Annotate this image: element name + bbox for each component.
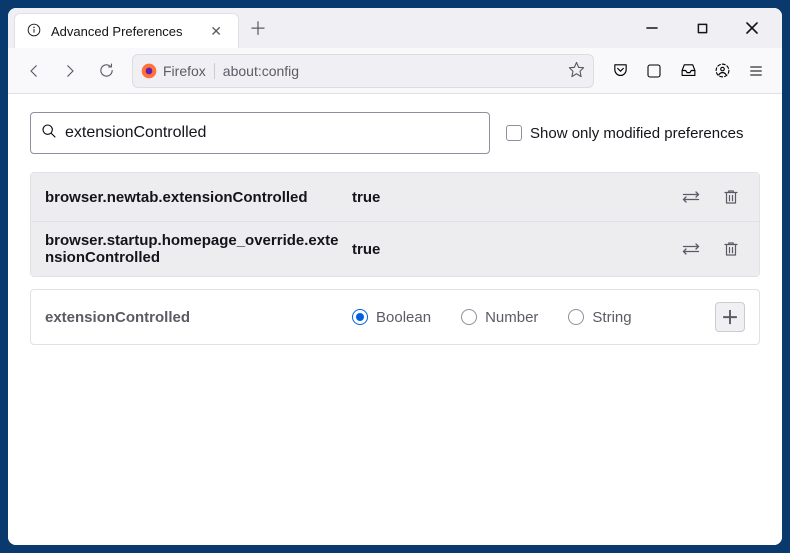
account-icon[interactable] bbox=[706, 55, 738, 87]
url-address: about:config bbox=[223, 63, 560, 79]
radio-label: Boolean bbox=[376, 309, 431, 326]
toolbar-icons bbox=[604, 55, 772, 87]
back-button[interactable] bbox=[18, 55, 50, 87]
preferences-table: browser.newtab.extensionControlled true … bbox=[30, 172, 760, 277]
delete-button[interactable] bbox=[717, 183, 745, 211]
preference-value: true bbox=[352, 241, 665, 258]
new-tab-button[interactable]: ＋ bbox=[239, 8, 277, 48]
maximize-button[interactable] bbox=[680, 10, 724, 46]
toggle-button[interactable] bbox=[677, 183, 705, 211]
delete-button[interactable] bbox=[717, 235, 745, 263]
close-tab-icon[interactable]: ✕ bbox=[206, 21, 226, 42]
forward-button[interactable] bbox=[54, 55, 86, 87]
hamburger-menu-icon[interactable] bbox=[740, 55, 772, 87]
preference-row[interactable]: browser.startup.homepage_override.extens… bbox=[31, 221, 759, 276]
tab-advanced-preferences[interactable]: Advanced Preferences ✕ bbox=[14, 13, 239, 48]
radio-label: Number bbox=[485, 309, 538, 326]
search-input[interactable] bbox=[65, 124, 479, 142]
identity-box[interactable]: Firefox bbox=[141, 63, 215, 79]
type-radio-group: Boolean Number String bbox=[352, 309, 703, 326]
radio-string[interactable]: String bbox=[568, 309, 631, 326]
extension-icon[interactable] bbox=[638, 55, 670, 87]
browser-window: Advanced Preferences ✕ ＋ bbox=[8, 8, 782, 545]
identity-label: Firefox bbox=[163, 63, 206, 79]
about-config-content: Show only modified preferences browser.n… bbox=[8, 94, 782, 545]
checkbox-icon bbox=[506, 125, 522, 141]
minimize-button[interactable] bbox=[630, 10, 674, 46]
show-modified-label: Show only modified preferences bbox=[530, 125, 743, 142]
search-box[interactable] bbox=[30, 112, 490, 154]
preference-name: browser.newtab.extensionControlled bbox=[45, 189, 340, 206]
radio-boolean[interactable]: Boolean bbox=[352, 309, 431, 326]
info-icon bbox=[27, 23, 41, 40]
url-bar[interactable]: Firefox about:config bbox=[132, 54, 594, 88]
tab-title: Advanced Preferences bbox=[51, 24, 196, 39]
radio-icon bbox=[461, 309, 477, 325]
inbox-icon[interactable] bbox=[672, 55, 704, 87]
bookmark-star-icon[interactable] bbox=[568, 61, 585, 81]
toggle-button[interactable] bbox=[677, 235, 705, 263]
nav-toolbar: Firefox about:config bbox=[8, 48, 782, 94]
firefox-icon bbox=[141, 63, 157, 79]
close-window-button[interactable] bbox=[730, 10, 774, 46]
add-preference-button[interactable]: ＋ bbox=[715, 302, 745, 332]
preference-row[interactable]: browser.newtab.extensionControlled true bbox=[31, 173, 759, 221]
preference-value: true bbox=[352, 189, 665, 206]
reload-button[interactable] bbox=[90, 55, 122, 87]
radio-icon bbox=[568, 309, 584, 325]
radio-label: String bbox=[592, 309, 631, 326]
radio-number[interactable]: Number bbox=[461, 309, 538, 326]
add-preference-row: extensionControlled Boolean Number Strin… bbox=[30, 289, 760, 345]
search-icon bbox=[41, 123, 57, 144]
titlebar: Advanced Preferences ✕ ＋ bbox=[8, 8, 782, 48]
preference-name: browser.startup.homepage_override.extens… bbox=[45, 232, 340, 266]
new-preference-name: extensionControlled bbox=[45, 309, 340, 326]
show-modified-checkbox[interactable]: Show only modified preferences bbox=[506, 125, 743, 142]
search-row: Show only modified preferences bbox=[30, 112, 760, 154]
window-controls bbox=[630, 8, 782, 48]
radio-icon bbox=[352, 309, 368, 325]
pocket-icon[interactable] bbox=[604, 55, 636, 87]
